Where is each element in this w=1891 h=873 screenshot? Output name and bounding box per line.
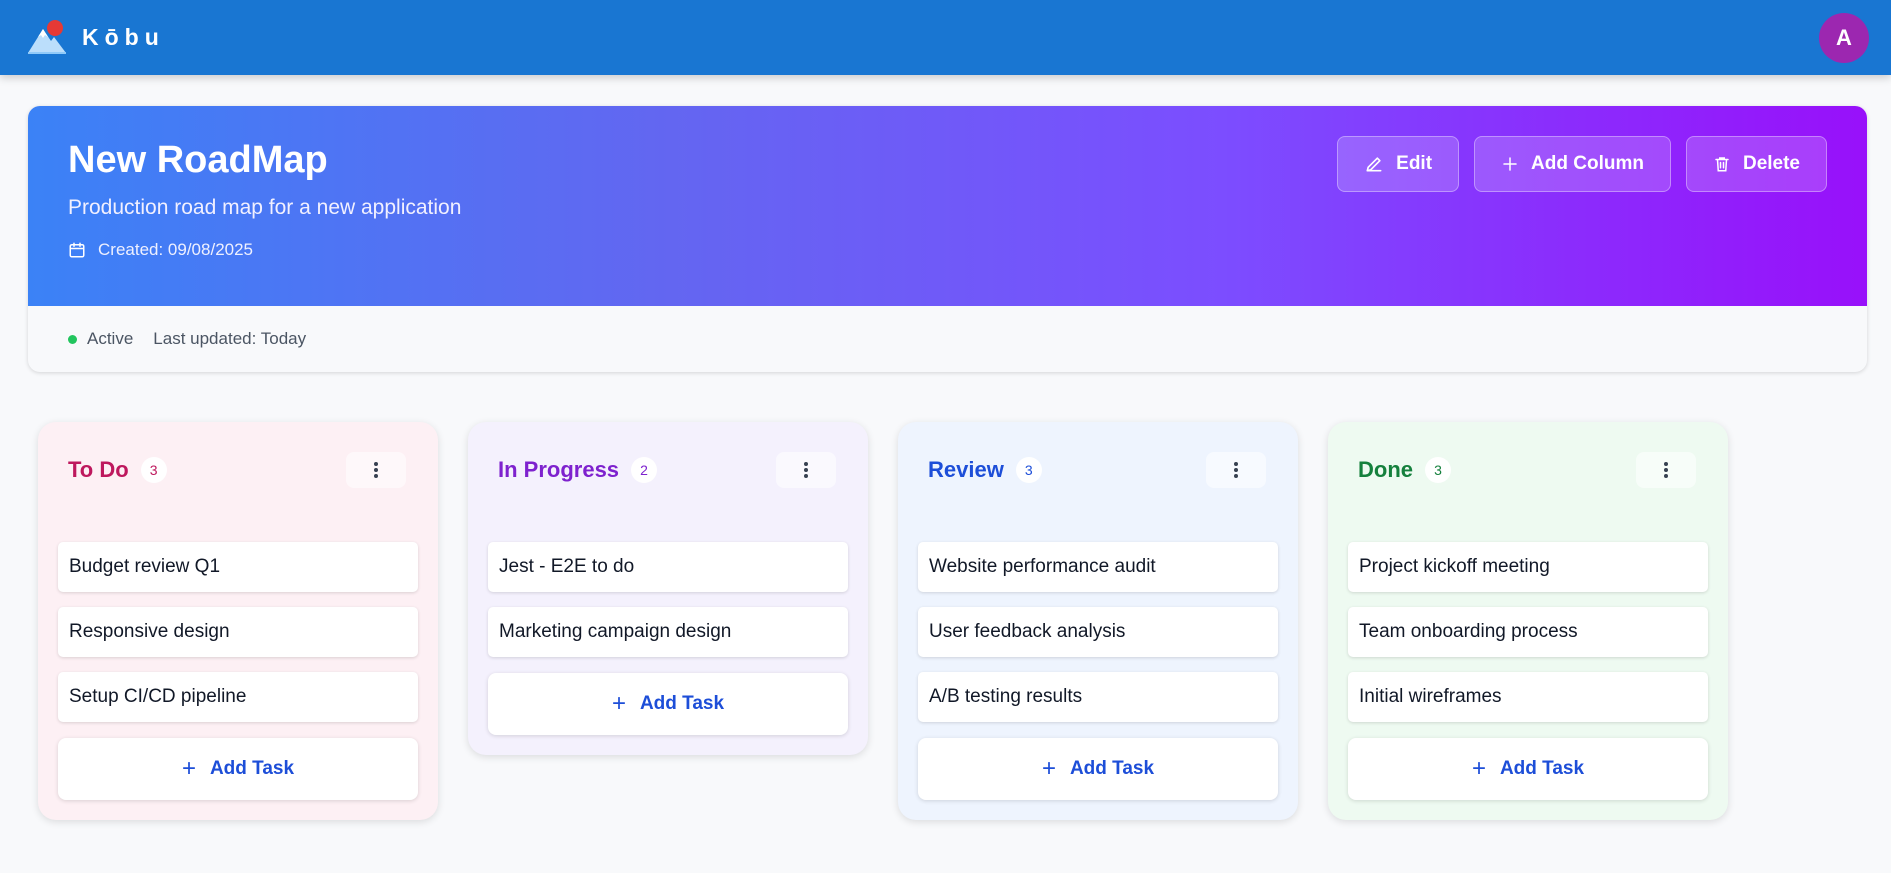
task-card[interactable]: User feedback analysis bbox=[918, 607, 1278, 657]
roadmap-header-card: New RoadMap Production road map for a ne… bbox=[28, 106, 1867, 372]
task-list: Budget review Q1 Responsive design Setup C… bbox=[58, 542, 418, 722]
column-menu-button[interactable] bbox=[346, 452, 406, 488]
status-dot bbox=[68, 334, 77, 344]
column-title: In Progress bbox=[498, 457, 620, 482]
column-menu-button[interactable] bbox=[1636, 452, 1696, 488]
plus-icon: + bbox=[1471, 755, 1486, 782]
top-app-bar: Kōbu A bbox=[0, 0, 1891, 75]
column-done: Done 3 Project kickoff meeting Team onboard… bbox=[1328, 422, 1728, 820]
add-column-button-label: Add Column bbox=[1531, 153, 1644, 174]
plus-icon: + bbox=[1041, 755, 1056, 782]
task-card[interactable]: Marketing campaign design bbox=[488, 607, 848, 657]
task-card[interactable]: Budget review Q1 bbox=[58, 542, 418, 592]
roadmap-description: Production road map for a new applicatio… bbox=[68, 196, 462, 219]
column-menu-button[interactable] bbox=[1206, 452, 1266, 488]
trash-icon bbox=[1715, 157, 1729, 172]
add-task-button[interactable]: + Add Task bbox=[918, 738, 1278, 800]
more-vertical-icon bbox=[374, 462, 378, 478]
column-review: Review 3 Website performance audit User fee… bbox=[898, 422, 1298, 820]
plus-icon: + bbox=[611, 690, 626, 717]
brand[interactable]: Kōbu bbox=[26, 17, 165, 59]
roadmap-hero: New RoadMap Production road map for a ne… bbox=[28, 106, 1867, 306]
column-title: To Do bbox=[68, 457, 129, 482]
mountain-sun-icon bbox=[28, 19, 66, 54]
column-title-wrap: In Progress 2 bbox=[498, 457, 658, 483]
task-card[interactable]: Project kickoff meeting bbox=[1348, 542, 1708, 592]
column-todo: To Do 3 Budget review Q1 Responsive design S… bbox=[38, 422, 438, 820]
avatar[interactable]: A bbox=[1819, 12, 1869, 63]
edit-button-label: Edit bbox=[1396, 153, 1433, 174]
status-badge: Active bbox=[68, 329, 133, 349]
edit-button[interactable]: Edit bbox=[1337, 136, 1460, 192]
plus-icon bbox=[1503, 157, 1517, 171]
task-list: Jest - E2E to do Marketing campaign desig… bbox=[488, 542, 848, 657]
status-row: Active Last updated: Today bbox=[28, 306, 1867, 372]
roadmap-actions: Edit Add Column Delete bbox=[1337, 136, 1827, 192]
task-card[interactable]: Team onboarding process bbox=[1348, 607, 1708, 657]
task-card[interactable]: Responsive design bbox=[58, 607, 418, 657]
more-vertical-icon bbox=[1234, 462, 1238, 478]
add-task-label: Add Task bbox=[1499, 758, 1585, 779]
column-menu-button[interactable] bbox=[776, 452, 836, 488]
app-name: Kōbu bbox=[82, 24, 165, 50]
column-title-wrap: To Do 3 bbox=[68, 457, 167, 483]
add-task-button[interactable]: + Add Task bbox=[488, 673, 848, 735]
more-vertical-icon bbox=[804, 462, 808, 478]
column-title-wrap: Done 3 bbox=[1358, 457, 1451, 483]
more-vertical-icon bbox=[1664, 462, 1668, 478]
task-card[interactable]: Website performance audit bbox=[918, 542, 1278, 592]
task-count-badge: 3 bbox=[1425, 457, 1451, 483]
add-task-button[interactable]: + Add Task bbox=[1348, 738, 1708, 800]
pencil-icon bbox=[1366, 157, 1382, 172]
task-card[interactable]: Initial wireframes bbox=[1348, 672, 1708, 722]
created-date-text: Created: 09/08/2025 bbox=[98, 240, 254, 259]
task-card[interactable]: Jest - E2E to do bbox=[488, 542, 848, 592]
task-card[interactable]: Setup CI/CD pipeline bbox=[58, 672, 418, 722]
column-header: Review 3 bbox=[918, 422, 1278, 518]
calendar-icon bbox=[69, 242, 85, 258]
column-header: In Progress 2 bbox=[488, 422, 848, 518]
task-list: Website performance audit User feedback a… bbox=[918, 542, 1278, 722]
task-count-badge: 3 bbox=[140, 457, 167, 483]
column-in-progress: In Progress 2 Jest - E2E to do Marketing ca… bbox=[468, 422, 868, 755]
column-header: To Do 3 bbox=[58, 422, 418, 518]
task-list: Project kickoff meeting Team onboarding p… bbox=[1348, 542, 1708, 722]
column-title: Done bbox=[1358, 457, 1413, 482]
add-task-label: Add Task bbox=[209, 758, 295, 779]
add-column-button[interactable]: Add Column bbox=[1474, 136, 1671, 192]
column-title-wrap: Review 3 bbox=[928, 457, 1042, 483]
last-updated: Last updated: Today bbox=[153, 329, 307, 348]
status-text: Active bbox=[87, 329, 134, 348]
created-date: Created: 09/08/2025 bbox=[68, 240, 1827, 260]
task-card[interactable]: A/B testing results bbox=[918, 672, 1278, 722]
delete-button-label: Delete bbox=[1742, 153, 1800, 174]
add-task-label: Add Task bbox=[1069, 758, 1155, 779]
task-count-badge: 3 bbox=[1015, 457, 1042, 483]
column-header: Done 3 bbox=[1348, 422, 1708, 518]
column-title: Review bbox=[928, 457, 1004, 482]
add-task-label: Add Task bbox=[639, 693, 725, 714]
add-task-button[interactable]: + Add Task bbox=[58, 738, 418, 800]
delete-button[interactable]: Delete bbox=[1685, 136, 1827, 192]
task-count-badge: 2 bbox=[631, 457, 658, 483]
plus-icon: + bbox=[181, 755, 196, 782]
